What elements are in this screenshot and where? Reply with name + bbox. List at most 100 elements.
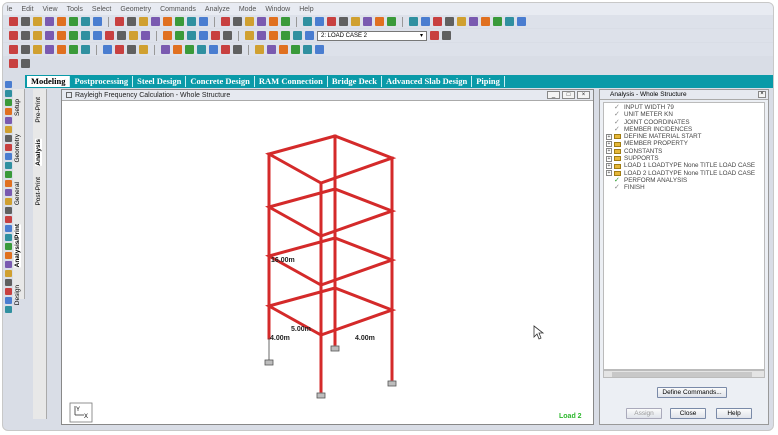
side-tool-icon[interactable] — [4, 288, 12, 295]
tab-postprocessing[interactable]: Postprocessing — [70, 76, 134, 87]
menu-geometry[interactable]: Geometry — [120, 6, 151, 13]
toolbar-tool-icon[interactable] — [45, 45, 54, 54]
vtab-geometry[interactable]: Geometry — [14, 134, 21, 163]
menu-window[interactable]: Window — [265, 6, 290, 13]
toolbar-tool-icon[interactable] — [199, 17, 208, 26]
toolbar-tool-icon[interactable] — [305, 31, 314, 40]
toolbar-tool-icon[interactable] — [57, 45, 66, 54]
vtab-general[interactable]: General — [14, 182, 21, 205]
toolbar-tool-icon[interactable] — [409, 17, 418, 26]
toolbar-tool-icon[interactable] — [481, 17, 490, 26]
toolbar-tool-icon[interactable] — [81, 31, 90, 40]
assign-button[interactable]: Assign — [626, 408, 662, 419]
toolbar-tool-icon[interactable] — [430, 31, 439, 40]
side-tool-icon[interactable] — [4, 153, 12, 160]
toolbar-tool-icon[interactable] — [173, 45, 182, 54]
toolbar-tool-icon[interactable] — [129, 31, 138, 40]
menu-le[interactable]: le — [7, 6, 12, 13]
toolbar-tool-icon[interactable] — [291, 45, 300, 54]
tree-node[interactable]: + LOAD 1 LOADTYPE None TITLE LOAD CASE — [604, 162, 764, 169]
toolbar-tool-icon[interactable] — [151, 17, 160, 26]
expand-icon[interactable]: + — [606, 163, 612, 170]
side-tool-icon[interactable] — [4, 180, 12, 187]
side-tool-icon[interactable] — [4, 243, 12, 250]
maximize-button[interactable]: □ — [562, 91, 575, 99]
toolbar-tool-icon[interactable] — [127, 45, 136, 54]
vtab-design[interactable]: Design — [14, 285, 21, 305]
side-tool-icon[interactable] — [4, 261, 12, 268]
toolbar-tool-icon[interactable] — [209, 45, 218, 54]
toolbar-tool-icon[interactable] — [363, 17, 372, 26]
toolbar-tool-icon[interactable] — [185, 45, 194, 54]
menu-commands[interactable]: Commands — [160, 6, 196, 13]
side-tool-icon[interactable] — [4, 234, 12, 241]
toolbar-tool-icon[interactable] — [267, 45, 276, 54]
define-commands-button[interactable]: Define Commands... — [657, 387, 727, 398]
close-panel-button[interactable]: Close — [670, 408, 706, 419]
side-tool-icon[interactable] — [4, 117, 12, 124]
tree-node[interactable]: ✓ PERFORM ANALYSIS — [604, 177, 764, 184]
toolbar-tool-icon[interactable] — [505, 17, 514, 26]
toolbar-tool-icon[interactable] — [33, 31, 42, 40]
toolbar-tool-icon[interactable] — [279, 45, 288, 54]
close-button[interactable]: × — [577, 91, 590, 99]
panel-close-icon[interactable]: × — [758, 91, 766, 98]
toolbar-tool-icon[interactable] — [21, 31, 30, 40]
command-tree[interactable]: ✓ INPUT WIDTH 79 ✓ UNIT METER KN ✓ JOINT COOR… — [603, 102, 765, 370]
vtab-post-print[interactable]: Post-Print — [35, 177, 42, 206]
tree-horizontal-scrollbar[interactable] — [603, 370, 765, 378]
side-tool-icon[interactable] — [4, 171, 12, 178]
side-tool-icon[interactable] — [4, 99, 12, 106]
toolbar-tool-icon[interactable] — [57, 31, 66, 40]
toolbar-tool-icon[interactable] — [233, 45, 242, 54]
vtab-analysis-print[interactable]: Analysis/Print — [14, 224, 21, 268]
toolbar-tool-icon[interactable] — [163, 31, 172, 40]
toolbar-tool-icon[interactable] — [433, 17, 442, 26]
side-tool-icon[interactable] — [4, 108, 12, 115]
side-tool-icon[interactable] — [4, 198, 12, 205]
toolbar-tool-icon[interactable] — [199, 31, 208, 40]
toolbar-tool-icon[interactable] — [245, 31, 254, 40]
side-tool-icon[interactable] — [4, 252, 12, 259]
toolbar-tool-icon[interactable] — [57, 17, 66, 26]
tree-node[interactable]: ✓ JOINT COORDINATES — [604, 119, 764, 126]
toolbar-tool-icon[interactable] — [115, 45, 124, 54]
toolbar-tool-icon[interactable] — [187, 17, 196, 26]
structure-canvas[interactable]: 16.00m 5.00m 4.00m 4.00m X Y Load 2 — [62, 101, 593, 424]
toolbar-tool-icon[interactable] — [221, 17, 230, 26]
toolbar-tool-icon[interactable] — [117, 31, 126, 40]
toolbar-tool-icon[interactable] — [33, 17, 42, 26]
toolbar-tool-icon[interactable] — [9, 31, 18, 40]
toolbar-tool-icon[interactable] — [103, 45, 112, 54]
tree-node[interactable]: + LOAD 2 LOADTYPE None TITLE LOAD CASE — [604, 170, 764, 177]
toolbar-tool-icon[interactable] — [175, 31, 184, 40]
toolbar-tool-icon[interactable] — [303, 17, 312, 26]
toolbar-tool-icon[interactable] — [197, 45, 206, 54]
menu-tools[interactable]: Tools — [67, 6, 83, 13]
side-tool-icon[interactable] — [4, 126, 12, 133]
tree-node[interactable]: ✓ INPUT WIDTH 79 — [604, 104, 764, 111]
vtab-setup[interactable]: Setup — [14, 99, 21, 116]
vtab-analysis[interactable]: Analysis — [35, 139, 42, 166]
side-tool-icon[interactable] — [4, 162, 12, 169]
side-tool-icon[interactable] — [4, 306, 12, 313]
toolbar-tool-icon[interactable] — [93, 31, 102, 40]
toolbar-tool-icon[interactable] — [269, 31, 278, 40]
side-tool-icon[interactable] — [4, 270, 12, 277]
toolbar-tool-icon[interactable] — [45, 17, 54, 26]
toolbar-tool-icon[interactable] — [139, 45, 148, 54]
toolbar-tool-icon[interactable] — [281, 17, 290, 26]
tab-concrete-design[interactable]: Concrete Design — [186, 76, 255, 87]
side-tool-icon[interactable] — [4, 207, 12, 214]
toolbar-tool-icon[interactable] — [175, 17, 184, 26]
vtab-pre-print[interactable]: Pre-Print — [35, 97, 42, 123]
toolbar-tool-icon[interactable] — [21, 59, 30, 68]
toolbar-tool-icon[interactable] — [81, 17, 90, 26]
toolbar-tool-icon[interactable] — [303, 45, 312, 54]
menu-edit[interactable]: Edit — [21, 6, 33, 13]
toolbar-tool-icon[interactable] — [233, 17, 242, 26]
toolbar-tool-icon[interactable] — [442, 31, 451, 40]
menu-select[interactable]: Select — [92, 6, 111, 13]
toolbar-tool-icon[interactable] — [469, 17, 478, 26]
toolbar-tool-icon[interactable] — [315, 45, 324, 54]
